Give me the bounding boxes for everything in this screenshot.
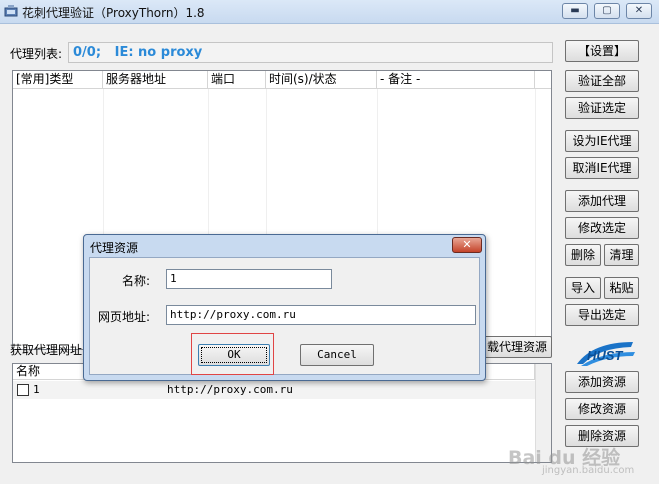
fetch-proxy-url-label: 获取代理网址 — [10, 343, 83, 357]
export-selected-button[interactable]: 导出选定 — [565, 304, 639, 326]
url-input[interactable]: http://proxy.com.ru — [166, 305, 476, 325]
proxy-list-label: 代理列表: — [10, 47, 63, 61]
hust-logo: HUST — [577, 342, 635, 366]
column-header-time-status[interactable]: 时间(s)/状态 — [266, 71, 377, 89]
modify-resource-button[interactable]: 修改资源 — [565, 398, 639, 420]
column-header-port[interactable]: 端口 — [208, 71, 266, 89]
settings-button[interactable]: 【设置】 — [565, 40, 639, 62]
minimize-button[interactable]: ▬ — [562, 3, 588, 19]
proxy-table-header: [常用]类型 服务器地址 端口 时间(s)/状态 - 备注 - — [13, 71, 551, 89]
delete-button[interactable]: 删除 — [565, 244, 601, 266]
url-label: 网页地址: — [98, 310, 151, 324]
cancel-ie-proxy-button[interactable]: 取消IE代理 — [565, 157, 639, 179]
maximize-icon: ▢ — [602, 5, 612, 16]
import-button[interactable]: 导入 — [565, 277, 601, 299]
name-label: 名称: — [122, 274, 151, 288]
clear-button[interactable]: 清理 — [604, 244, 639, 266]
verify-selected-button[interactable]: 验证选定 — [565, 97, 639, 119]
window-title: 花刺代理验证（ProxyThorn）1.8 — [22, 6, 205, 20]
dialog-close-button[interactable]: ✕ — [452, 237, 482, 253]
name-input[interactable]: 1 — [166, 269, 332, 289]
column-header-note[interactable]: - 备注 - — [377, 71, 535, 89]
ok-button[interactable]: OK — [198, 344, 270, 366]
resource-url: http://proxy.com.ru — [167, 383, 293, 396]
baidu-watermark-url: jingyan.baidu.com — [542, 465, 635, 476]
minimize-icon: ▬ — [570, 5, 580, 16]
dialog-title: 代理资源 — [90, 241, 139, 255]
resource-checkbox[interactable] — [17, 384, 29, 396]
verify-all-button[interactable]: 验证全部 — [565, 70, 639, 92]
set-ie-proxy-button[interactable]: 设为IE代理 — [565, 130, 639, 152]
download-proxy-resource-button[interactable]: 载代理资源 — [482, 336, 552, 358]
title-bar[interactable]: 花刺代理验证（ProxyThorn）1.8 ▬ ▢ ✕ — [0, 0, 659, 24]
close-icon: ✕ — [634, 5, 644, 16]
modify-selected-button[interactable]: 修改选定 — [565, 217, 639, 239]
dialog-body: 名称: 1 网页地址: http://proxy.com.ru OK Cance… — [89, 257, 480, 375]
close-icon: ✕ — [462, 238, 472, 251]
list-item[interactable]: 1 http://proxy.com.ru — [13, 381, 551, 399]
cancel-button[interactable]: Cancel — [300, 344, 374, 366]
add-resource-button[interactable]: 添加资源 — [565, 371, 639, 393]
maximize-button[interactable]: ▢ — [594, 3, 620, 19]
column-header-type[interactable]: [常用]类型 — [13, 71, 103, 89]
close-window-button[interactable]: ✕ — [626, 3, 652, 19]
column-header-server[interactable]: 服务器地址 — [103, 71, 208, 89]
app-icon — [4, 5, 18, 17]
paste-button[interactable]: 粘贴 — [604, 277, 639, 299]
svg-text:HUST: HUST — [587, 348, 623, 363]
proxy-status-text: 0/0; IE: no proxy — [68, 42, 553, 63]
proxy-resource-dialog[interactable]: 代理资源 ✕ 名称: 1 网页地址: http://proxy.com.ru O… — [83, 234, 486, 381]
add-proxy-button[interactable]: 添加代理 — [565, 190, 639, 212]
resource-name: 1 — [33, 383, 40, 396]
